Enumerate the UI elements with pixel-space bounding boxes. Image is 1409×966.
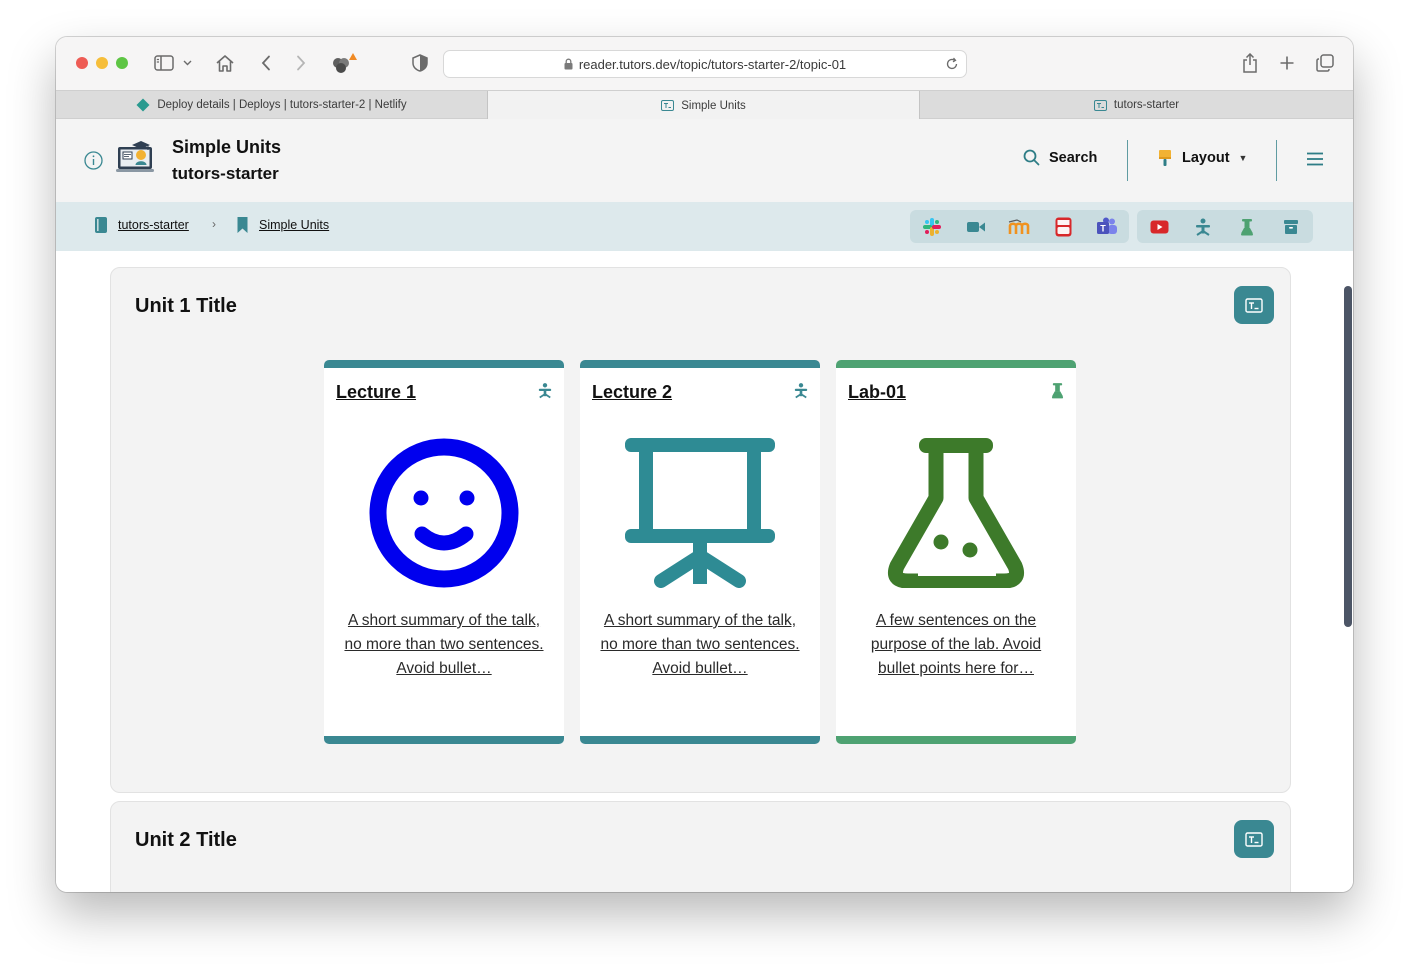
unit-title: Unit 1 Title <box>135 295 237 317</box>
unit-toc-button[interactable] <box>1234 286 1274 324</box>
tab-label: Simple Units <box>681 99 746 112</box>
header-divider <box>1127 140 1128 181</box>
app-header: Simple Units tutors-starter Search Layou… <box>56 119 1353 202</box>
lab-icon <box>1051 382 1064 404</box>
lecture-icon[interactable] <box>1181 210 1225 243</box>
unit-title: Unit 2 Title <box>135 829 237 851</box>
vertical-scrollbar[interactable] <box>1344 286 1352 627</box>
companion-links: T <box>910 210 1129 243</box>
tab-simple-units[interactable]: Simple Units <box>488 91 920 120</box>
tutors-favicon-icon <box>1093 99 1107 111</box>
privacy-shield-icon[interactable] <box>408 51 432 75</box>
sidebar-toggle-icon[interactable] <box>152 51 176 75</box>
tutors-favicon-icon <box>661 100 675 111</box>
card-summary[interactable]: A few sentences on the purpose of the la… <box>854 609 1058 681</box>
teams-icon[interactable]: T <box>1085 210 1129 243</box>
tab-label: Deploy details | Deploys | tutors-starte… <box>157 99 407 111</box>
slack-icon[interactable] <box>910 210 954 243</box>
unit-card: Unit 2 Title <box>110 801 1291 892</box>
card-accent-bottom <box>580 736 820 744</box>
presentation-board-icon <box>1245 831 1263 847</box>
address-bar[interactable]: reader.tutors.dev/topic/tutors-starter-2… <box>443 50 967 78</box>
lock-icon <box>564 58 573 70</box>
browser-window: reader.tutors.dev/topic/tutors-starter-2… <box>56 37 1353 892</box>
reload-icon[interactable] <box>945 57 959 71</box>
card-summary[interactable]: A short summary of the talk, no more tha… <box>342 609 546 681</box>
card-accent-bottom <box>324 736 564 744</box>
tab-tutors-starter[interactable]: tutors-starter <box>920 91 1353 119</box>
browser-toolbar: reader.tutors.dev/topic/tutors-starter-2… <box>56 37 1353 90</box>
course-logo[interactable] <box>114 135 156 177</box>
lecture-icon <box>538 382 552 404</box>
share-icon[interactable] <box>1238 51 1262 75</box>
lab-icon[interactable] <box>1225 210 1269 243</box>
netlify-favicon-icon <box>136 98 150 112</box>
card-accent-top <box>324 360 564 368</box>
tab-netlify[interactable]: Deploy details | Deploys | tutors-starte… <box>56 91 488 119</box>
breadcrumb-item-course[interactable]: tutors-starter <box>94 216 189 234</box>
home-icon[interactable] <box>213 51 237 75</box>
close-window-button[interactable] <box>76 57 88 69</box>
page-title: Simple Units <box>172 137 282 157</box>
breadcrumb-label: tutors-starter <box>118 218 189 232</box>
youtube-logo-icon[interactable] <box>1041 210 1085 243</box>
breadcrumb: tutors-starter › Simple Units T <box>56 202 1353 251</box>
card-accent-top <box>836 360 1076 368</box>
card-title[interactable]: Lecture 1 <box>336 382 416 403</box>
breadcrumb-separator: › <box>212 217 216 231</box>
paint-brush-icon <box>1159 150 1171 166</box>
chevron-down-icon[interactable] <box>180 51 194 75</box>
card-accent-top <box>580 360 820 368</box>
url-text: reader.tutors.dev/topic/tutors-starter-2… <box>578 56 847 72</box>
breadcrumb-item-topic[interactable]: Simple Units <box>236 216 329 234</box>
header-divider <box>1276 140 1277 181</box>
card-summary[interactable]: A short summary of the talk, no more tha… <box>598 609 802 681</box>
layout-label: Layout <box>1182 150 1230 166</box>
search-icon <box>1023 149 1040 166</box>
youtube-play-icon[interactable] <box>1137 210 1181 243</box>
minimize-window-button[interactable] <box>96 57 108 69</box>
presentation-icon <box>625 438 775 588</box>
flask-icon <box>881 438 1031 588</box>
card-title[interactable]: Lab-01 <box>848 382 906 403</box>
new-tab-icon[interactable] <box>1275 51 1299 75</box>
unit-card: Unit 1 Title Lecture 1 A short summary o… <box>110 267 1291 793</box>
moodle-icon[interactable] <box>998 210 1042 243</box>
lecture-icon <box>794 382 808 404</box>
card-accent-bottom <box>836 736 1076 744</box>
maximize-window-button[interactable] <box>116 57 128 69</box>
topic-filter-links <box>1137 210 1313 243</box>
lecture-card[interactable]: Lecture 2 A short summary of the talk, n… <box>580 360 820 744</box>
unit-toc-button[interactable] <box>1234 820 1274 858</box>
tab-overview-icon[interactable] <box>1313 51 1337 75</box>
book-icon <box>95 217 107 233</box>
extensions-icon[interactable] <box>328 51 358 75</box>
layout-button[interactable]: Layout ▼ <box>1157 149 1247 167</box>
smiley-icon <box>369 438 519 588</box>
hamburger-menu-icon[interactable] <box>1306 152 1324 171</box>
tab-label: tutors-starter <box>1113 99 1180 111</box>
svg-text:T: T <box>1100 223 1106 233</box>
info-icon[interactable] <box>84 151 103 175</box>
search-button[interactable]: Search <box>1023 149 1097 166</box>
tab-bar: Deploy details | Deploys | tutors-starte… <box>56 90 1353 120</box>
archive-icon[interactable] <box>1269 210 1313 243</box>
lab-card[interactable]: Lab-01 A few sentences on the purpose of… <box>836 360 1076 744</box>
forward-icon[interactable] <box>289 51 313 75</box>
search-label: Search <box>1049 149 1098 166</box>
bookmark-icon <box>237 217 248 233</box>
course-subtitle: tutors-starter <box>172 164 279 183</box>
chevron-down-icon: ▼ <box>1238 153 1248 163</box>
lecture-card[interactable]: Lecture 1 A short summary of the talk, n… <box>324 360 564 744</box>
back-icon[interactable] <box>254 51 278 75</box>
card-title[interactable]: Lecture 2 <box>592 382 672 403</box>
video-camera-icon[interactable] <box>954 210 998 243</box>
presentation-board-icon <box>1245 297 1263 313</box>
breadcrumb-label: Simple Units <box>259 218 330 232</box>
main-content: Unit 1 Title Lecture 1 A short summary o… <box>56 251 1353 892</box>
